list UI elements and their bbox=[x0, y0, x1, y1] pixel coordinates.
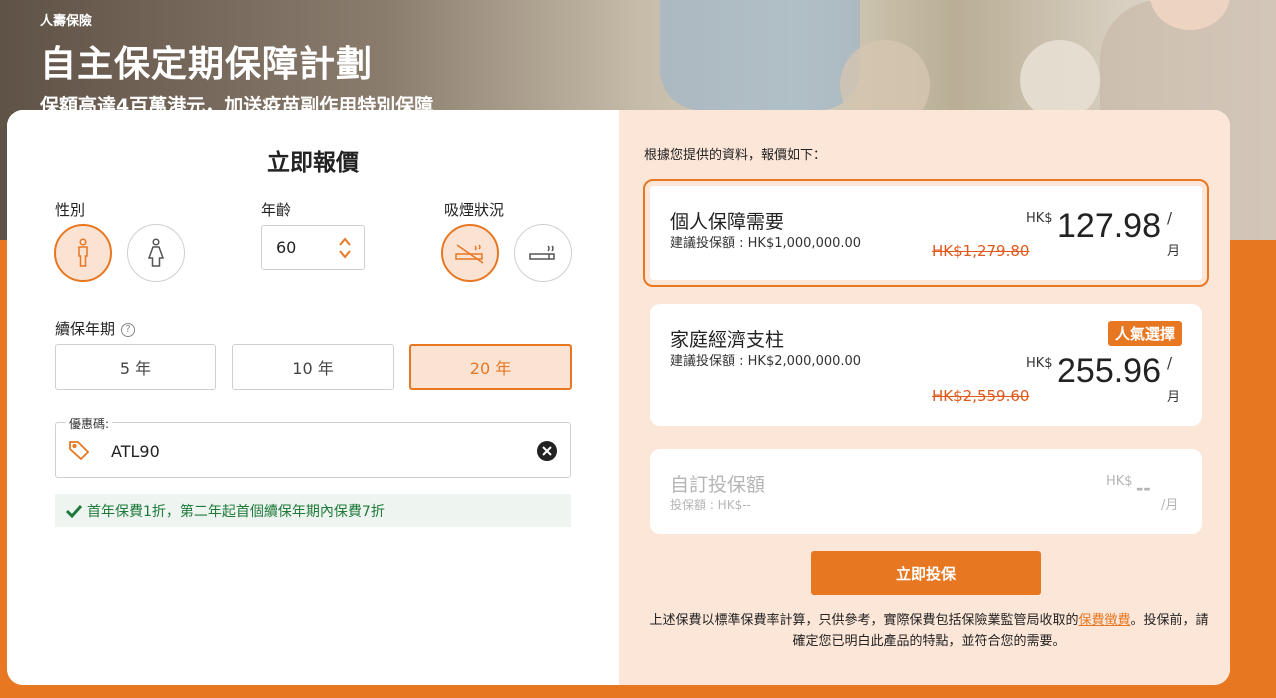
smoker-button[interactable] bbox=[514, 224, 572, 282]
promo-message-text: 首年保費1折，第二年起首個續保年期內保費7折 bbox=[87, 503, 385, 520]
age-value: 60 bbox=[276, 238, 297, 257]
age-label: 年齡 bbox=[261, 201, 292, 219]
hero-category: 人壽保險 bbox=[40, 14, 93, 29]
disclaimer: 上述保費以標準保費率計算，只供參考，實際保費包括保險業監管局收取的保費徵費。投保… bbox=[644, 610, 1214, 652]
plan-name: 個人保障需要 bbox=[670, 211, 785, 233]
clear-icon[interactable] bbox=[537, 441, 557, 461]
smoker-icon bbox=[529, 245, 555, 260]
term-option-20[interactable]: 20 年 bbox=[409, 344, 572, 390]
plan-price: -- bbox=[1136, 475, 1151, 500]
apply-now-button[interactable]: 立即投保 bbox=[811, 551, 1041, 595]
plan-price-per: 月 bbox=[1167, 390, 1181, 405]
promo-success-message: 首年保費1折，第二年起首個續保年期內保費7折 bbox=[55, 494, 571, 527]
help-icon[interactable]: ? bbox=[121, 322, 136, 337]
non-smoker-button[interactable] bbox=[441, 224, 499, 282]
plan-name: 自訂投保額 bbox=[670, 474, 766, 496]
plan-sum-insured: 投保額 : HK$-- bbox=[670, 498, 751, 512]
non-smoker-icon bbox=[455, 244, 484, 264]
term-option-10[interactable]: 10 年 bbox=[232, 344, 394, 390]
plan-price-slash: / bbox=[1167, 209, 1173, 227]
female-icon bbox=[147, 238, 165, 267]
plan-name: 家庭經濟支柱 bbox=[670, 329, 785, 351]
plan-price-per: /月 bbox=[1161, 498, 1179, 513]
plan-sum-insured: 建議投保額 : HK$1,000,000.00 bbox=[670, 236, 862, 251]
plan-card-personal[interactable]: 個人保障需要 建議投保額 : HK$1,000,000.00 HK$ 127.9… bbox=[643, 179, 1209, 287]
smoking-label: 吸煙狀況 bbox=[444, 201, 505, 219]
promo-code-field[interactable]: 優惠碼: ATL90 bbox=[55, 415, 571, 478]
page-title: 自主保定期保障計劃 bbox=[40, 44, 374, 85]
term-label: 續保年期 bbox=[55, 320, 116, 338]
term-option-5[interactable]: 5 年 bbox=[55, 344, 216, 390]
quote-card: 立即報價 性別 年齡 60 吸煙狀況 續保年期 ? 5 年 10 年 20 年 … bbox=[7, 110, 1230, 685]
plan-original-price: HK$2,559.60 bbox=[932, 387, 1030, 405]
gender-male-button[interactable] bbox=[54, 224, 112, 282]
plan-price-per: 月 bbox=[1167, 244, 1181, 259]
plan-card-custom[interactable]: 自訂投保額 投保額 : HK$-- HK$ -- /月 bbox=[650, 449, 1202, 534]
quote-result-panel: 根據您提供的資料，報價如下： 個人保障需要 建議投保額 : HK$1,000,0… bbox=[619, 110, 1230, 685]
plan-card-family[interactable]: 家庭經濟支柱 建議投保額 : HK$2,000,000.00 人氣選擇 HK$ … bbox=[650, 304, 1202, 426]
term-label-row: 續保年期? bbox=[55, 318, 136, 339]
hero-photo-shape bbox=[660, 0, 860, 110]
gender-label: 性別 bbox=[55, 201, 86, 219]
plan-price: 127.98 bbox=[1057, 207, 1161, 245]
age-stepper[interactable]: 60 bbox=[261, 225, 365, 270]
levy-link[interactable]: 保費徵費 bbox=[1078, 613, 1130, 628]
hero-text: 人壽保險 自主保定期保障計劃 保額高達4百萬港元，加送疫苗副作用特別保障 bbox=[40, 10, 433, 118]
check-icon bbox=[65, 504, 83, 518]
plan-sum-insured: 建議投保額 : HK$2,000,000.00 bbox=[670, 354, 862, 369]
plan-price: 255.96 bbox=[1057, 352, 1161, 390]
spinner-arrows-icon[interactable] bbox=[338, 236, 352, 260]
promo-code-value: ATL90 bbox=[111, 442, 160, 461]
plan-price-slash: / bbox=[1167, 354, 1173, 372]
tag-icon bbox=[69, 441, 90, 460]
quote-form: 立即報價 性別 年齡 60 吸煙狀況 續保年期 ? 5 年 10 年 20 年 … bbox=[7, 110, 619, 685]
promo-code-label: 優惠碼: bbox=[66, 415, 113, 432]
male-icon bbox=[78, 238, 88, 267]
popular-badge: 人氣選擇 bbox=[1107, 321, 1182, 346]
disclaimer-text: 上述保費以標準保費率計算，只供參考，實際保費包括保險業監管局收取的 bbox=[649, 613, 1079, 628]
plan-currency: HK$ bbox=[1026, 356, 1053, 371]
result-intro: 根據您提供的資料，報價如下： bbox=[644, 148, 827, 163]
plan-original-price: HK$1,279.80 bbox=[932, 242, 1030, 260]
hero-photo-shape bbox=[1020, 40, 1100, 120]
plan-currency: HK$ bbox=[1026, 211, 1053, 226]
quote-title: 立即報價 bbox=[267, 150, 359, 176]
plan-currency: HK$ bbox=[1106, 474, 1133, 489]
gender-female-button[interactable] bbox=[127, 224, 185, 282]
